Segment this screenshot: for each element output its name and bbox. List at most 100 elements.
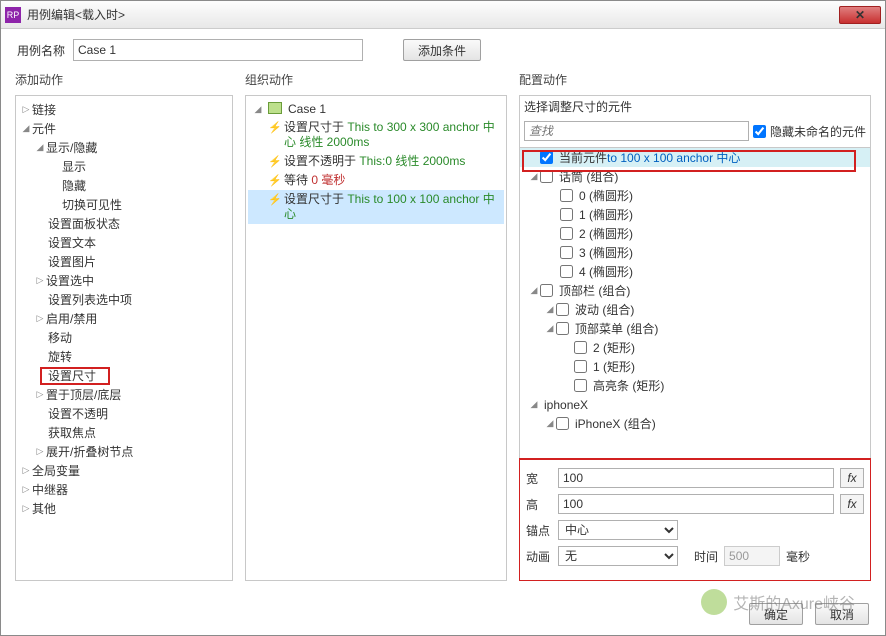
current-widget-checkbox[interactable]	[540, 151, 553, 164]
action-row[interactable]: ⚡设置不透明于 This:0 线性 2000ms	[248, 152, 504, 171]
case-name-label: 用例名称	[17, 42, 65, 59]
titlebar[interactable]: RP 用例编辑<载入时> ✕	[1, 1, 885, 29]
anim-select[interactable]: 无	[558, 546, 678, 566]
tree-enabledisable[interactable]: ▷启用/禁用	[18, 309, 230, 328]
chevron-down-icon: ◢	[528, 285, 540, 296]
left-header: 添加动作	[15, 71, 233, 91]
height-fx-button[interactable]: fx	[840, 494, 864, 514]
tree-togglevis[interactable]: 切换可见性	[18, 195, 230, 214]
tree-rotate[interactable]: 旋转	[18, 347, 230, 366]
tree-focus[interactable]: 获取焦点	[18, 423, 230, 442]
window-title: 用例编辑<载入时>	[27, 6, 839, 23]
chevron-right-icon: ▷	[20, 465, 32, 476]
case-name-input[interactable]	[73, 39, 363, 61]
close-button[interactable]: ✕	[839, 6, 881, 24]
mid-header: 组织动作	[245, 71, 507, 91]
wt-e4[interactable]: 4 (椭圆形)	[520, 262, 870, 281]
config-panel: 宽 fx 高 fx 锚点 中心 动画 无 时间	[519, 460, 871, 581]
anim-label: 动画	[526, 548, 552, 565]
bolt-icon: ⚡	[268, 174, 280, 187]
tree-links[interactable]: ▷链接	[18, 100, 230, 119]
wt-e0[interactable]: 0 (椭圆形)	[520, 186, 870, 205]
anchor-select[interactable]: 中心	[558, 520, 678, 540]
case-row[interactable]: ◢Case 1	[248, 100, 504, 118]
case-editor-dialog: RP 用例编辑<载入时> ✕ 用例名称 添加条件 添加动作 ▷链接 ◢元件 ◢显…	[0, 0, 886, 636]
chevron-right-icon: ▷	[20, 484, 32, 495]
chevron-right-icon: ▷	[34, 389, 46, 400]
actions-tree[interactable]: ▷链接 ◢元件 ◢显示/隐藏 显示 隐藏 切换可见性 设置面板状态 设置文本 设…	[15, 95, 233, 581]
chevron-down-icon: ◢	[34, 142, 46, 153]
hide-unnamed-label: 隐藏未命名的元件	[770, 123, 866, 140]
close-icon: ✕	[855, 8, 865, 22]
tree-repeater[interactable]: ▷中继器	[18, 480, 230, 499]
add-condition-button[interactable]: 添加条件	[403, 39, 481, 61]
current-widget-row[interactable]: 当前元件 to 100 x 100 anchor 中心	[520, 148, 870, 167]
wt-e1[interactable]: 1 (椭圆形)	[520, 205, 870, 224]
wt-e2[interactable]: 2 (椭圆形)	[520, 224, 870, 243]
ms-label: 毫秒	[786, 548, 810, 565]
tree-setimage[interactable]: 设置图片	[18, 252, 230, 271]
hide-unnamed-checkbox[interactable]	[753, 125, 766, 138]
action-row[interactable]: ⚡等待 0 毫秒	[248, 171, 504, 190]
tree-opacity[interactable]: 设置不透明	[18, 404, 230, 423]
wt-topbar[interactable]: ◢顶部栏 (组合)	[520, 281, 870, 300]
width-fx-button[interactable]: fx	[840, 468, 864, 488]
wt-r2[interactable]: 2 (矩形)	[520, 338, 870, 357]
tree-widgets[interactable]: ◢元件	[18, 119, 230, 138]
app-icon: RP	[5, 7, 21, 23]
wt-e3[interactable]: 3 (椭圆形)	[520, 243, 870, 262]
wechat-icon	[701, 589, 727, 615]
organize-actions[interactable]: ◢Case 1 ⚡设置尺寸于 This to 300 x 300 anchor …	[245, 95, 507, 581]
tree-globalvar[interactable]: ▷全局变量	[18, 461, 230, 480]
tree-hide[interactable]: 隐藏	[18, 176, 230, 195]
tree-settext[interactable]: 设置文本	[18, 233, 230, 252]
time-input[interactable]	[724, 546, 780, 566]
chevron-right-icon: ▷	[34, 275, 46, 286]
widget-tree[interactable]: 当前元件 to 100 x 100 anchor 中心 ◢话筒 (组合) 0 (…	[519, 147, 871, 460]
height-label: 高	[526, 496, 552, 513]
chevron-down-icon: ◢	[528, 399, 540, 410]
tree-setsize[interactable]: 设置尺寸	[18, 366, 230, 385]
action-row[interactable]: ⚡设置尺寸于 This to 100 x 100 anchor 中心	[248, 190, 504, 224]
anchor-label: 锚点	[526, 522, 552, 539]
right-header: 配置动作	[519, 71, 871, 91]
chevron-down-icon: ◢	[528, 171, 540, 182]
tree-show[interactable]: 显示	[18, 157, 230, 176]
chevron-right-icon: ▷	[20, 503, 32, 514]
search-input[interactable]	[524, 121, 749, 141]
tree-setselected[interactable]: ▷设置选中	[18, 271, 230, 290]
chevron-down-icon: ◢	[252, 104, 264, 115]
width-input[interactable]	[558, 468, 834, 488]
wt-hl[interactable]: 高亮条 (矩形)	[520, 376, 870, 395]
chevron-down-icon: ◢	[544, 304, 556, 315]
tree-selectedlist[interactable]: 设置列表选中项	[18, 290, 230, 309]
case-icon	[268, 102, 282, 114]
wt-wave[interactable]: ◢波动 (组合)	[520, 300, 870, 319]
wt-iphone[interactable]: ◢iphoneX	[520, 395, 870, 414]
chevron-right-icon: ▷	[34, 313, 46, 324]
tree-expandtree[interactable]: ▷展开/折叠树节点	[18, 442, 230, 461]
tree-showhide[interactable]: ◢显示/隐藏	[18, 138, 230, 157]
chevron-down-icon: ◢	[20, 123, 32, 134]
chevron-right-icon: ▷	[20, 104, 32, 115]
bolt-icon: ⚡	[268, 193, 280, 206]
wt-huatong[interactable]: ◢话筒 (组合)	[520, 167, 870, 186]
bolt-icon: ⚡	[268, 121, 280, 134]
select-widget-label: 选择调整尺寸的元件	[524, 98, 866, 115]
cancel-button[interactable]: 取消	[815, 603, 869, 625]
ok-button[interactable]: 确定	[749, 603, 803, 625]
chevron-down-icon: ◢	[544, 323, 556, 334]
height-input[interactable]	[558, 494, 834, 514]
wt-r1[interactable]: 1 (矩形)	[520, 357, 870, 376]
tree-move[interactable]: 移动	[18, 328, 230, 347]
chevron-down-icon: ◢	[544, 418, 556, 429]
tree-other[interactable]: ▷其他	[18, 499, 230, 518]
action-row[interactable]: ⚡设置尺寸于 This to 300 x 300 anchor 中心 线性 20…	[248, 118, 504, 152]
tree-panelstate[interactable]: 设置面板状态	[18, 214, 230, 233]
bolt-icon: ⚡	[268, 155, 280, 168]
tree-bringfront[interactable]: ▷置于顶层/底层	[18, 385, 230, 404]
wt-iphonex[interactable]: ◢iPhoneX (组合)	[520, 414, 870, 433]
width-label: 宽	[526, 470, 552, 487]
chevron-right-icon: ▷	[34, 446, 46, 457]
wt-topmenu[interactable]: ◢顶部菜单 (组合)	[520, 319, 870, 338]
